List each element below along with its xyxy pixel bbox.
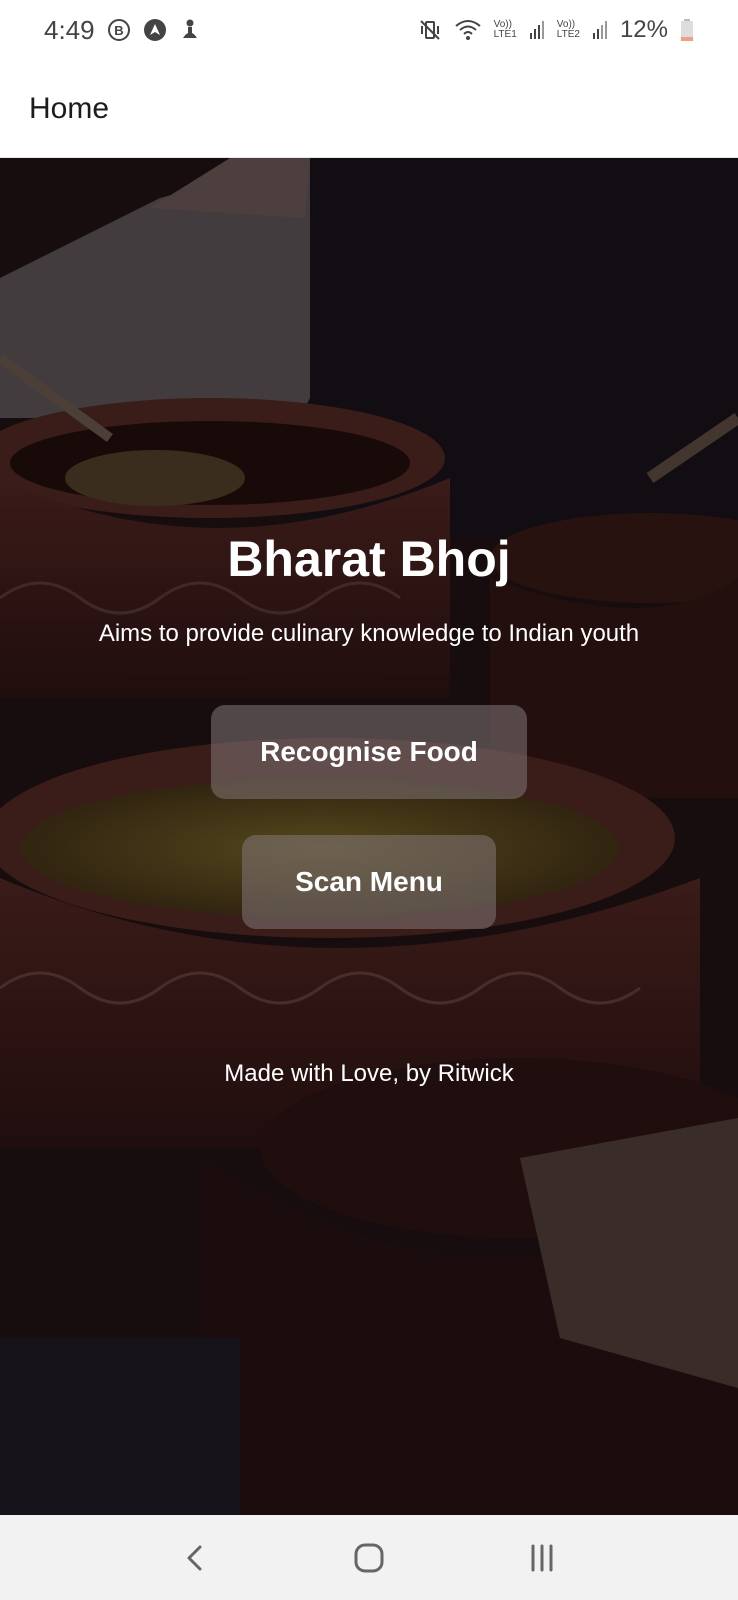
network-lte2: Vo)) LTE2 bbox=[557, 20, 580, 40]
scan-menu-button[interactable]: Scan Menu bbox=[242, 835, 496, 929]
vibrate-mute-icon bbox=[418, 18, 442, 42]
home-icon[interactable] bbox=[339, 1528, 399, 1588]
network-lte1: Vo)) LTE1 bbox=[494, 20, 517, 40]
hero-section: Bharat Bhoj Aims to provide culinary kno… bbox=[0, 158, 738, 1515]
page-title: Home bbox=[29, 91, 110, 125]
net2-bottom-label: LTE2 bbox=[556, 29, 580, 40]
app-bar: Home bbox=[0, 60, 738, 158]
tagline: Aims to provide culinary knowledge to In… bbox=[98, 620, 640, 647]
battery-percent: 12% bbox=[619, 16, 668, 43]
navigation-arrow-icon bbox=[143, 18, 167, 42]
status-left: 4:49 B bbox=[44, 15, 201, 46]
battery-low-icon bbox=[680, 18, 694, 42]
wifi-icon bbox=[454, 18, 482, 42]
system-nav-bar bbox=[0, 1515, 738, 1600]
back-icon[interactable] bbox=[166, 1528, 226, 1588]
app-name: Bharat Bhoj bbox=[227, 531, 511, 587]
recents-icon[interactable] bbox=[512, 1528, 572, 1588]
recognise-food-label: Recognise Food bbox=[260, 736, 478, 767]
status-time: 4:49 bbox=[44, 14, 95, 45]
svg-text:B: B bbox=[114, 23, 123, 38]
accessibility-person-icon bbox=[179, 18, 201, 42]
status-right: Vo)) LTE1 Vo)) LTE2 12% bbox=[418, 16, 694, 44]
b-circle-icon: B bbox=[107, 18, 131, 42]
net1-bottom-label: LTE1 bbox=[493, 29, 517, 40]
scan-menu-label: Scan Menu bbox=[295, 866, 443, 897]
credit-text: Made with Love, by Ritwick bbox=[224, 1060, 514, 1087]
signal-icon bbox=[529, 19, 545, 41]
recognise-food-button[interactable]: Recognise Food bbox=[211, 705, 527, 799]
signal-icon bbox=[592, 19, 608, 41]
status-bar: 4:49 B Vo)) LTE1 Vo)) LTE2 12% bbox=[0, 0, 738, 60]
